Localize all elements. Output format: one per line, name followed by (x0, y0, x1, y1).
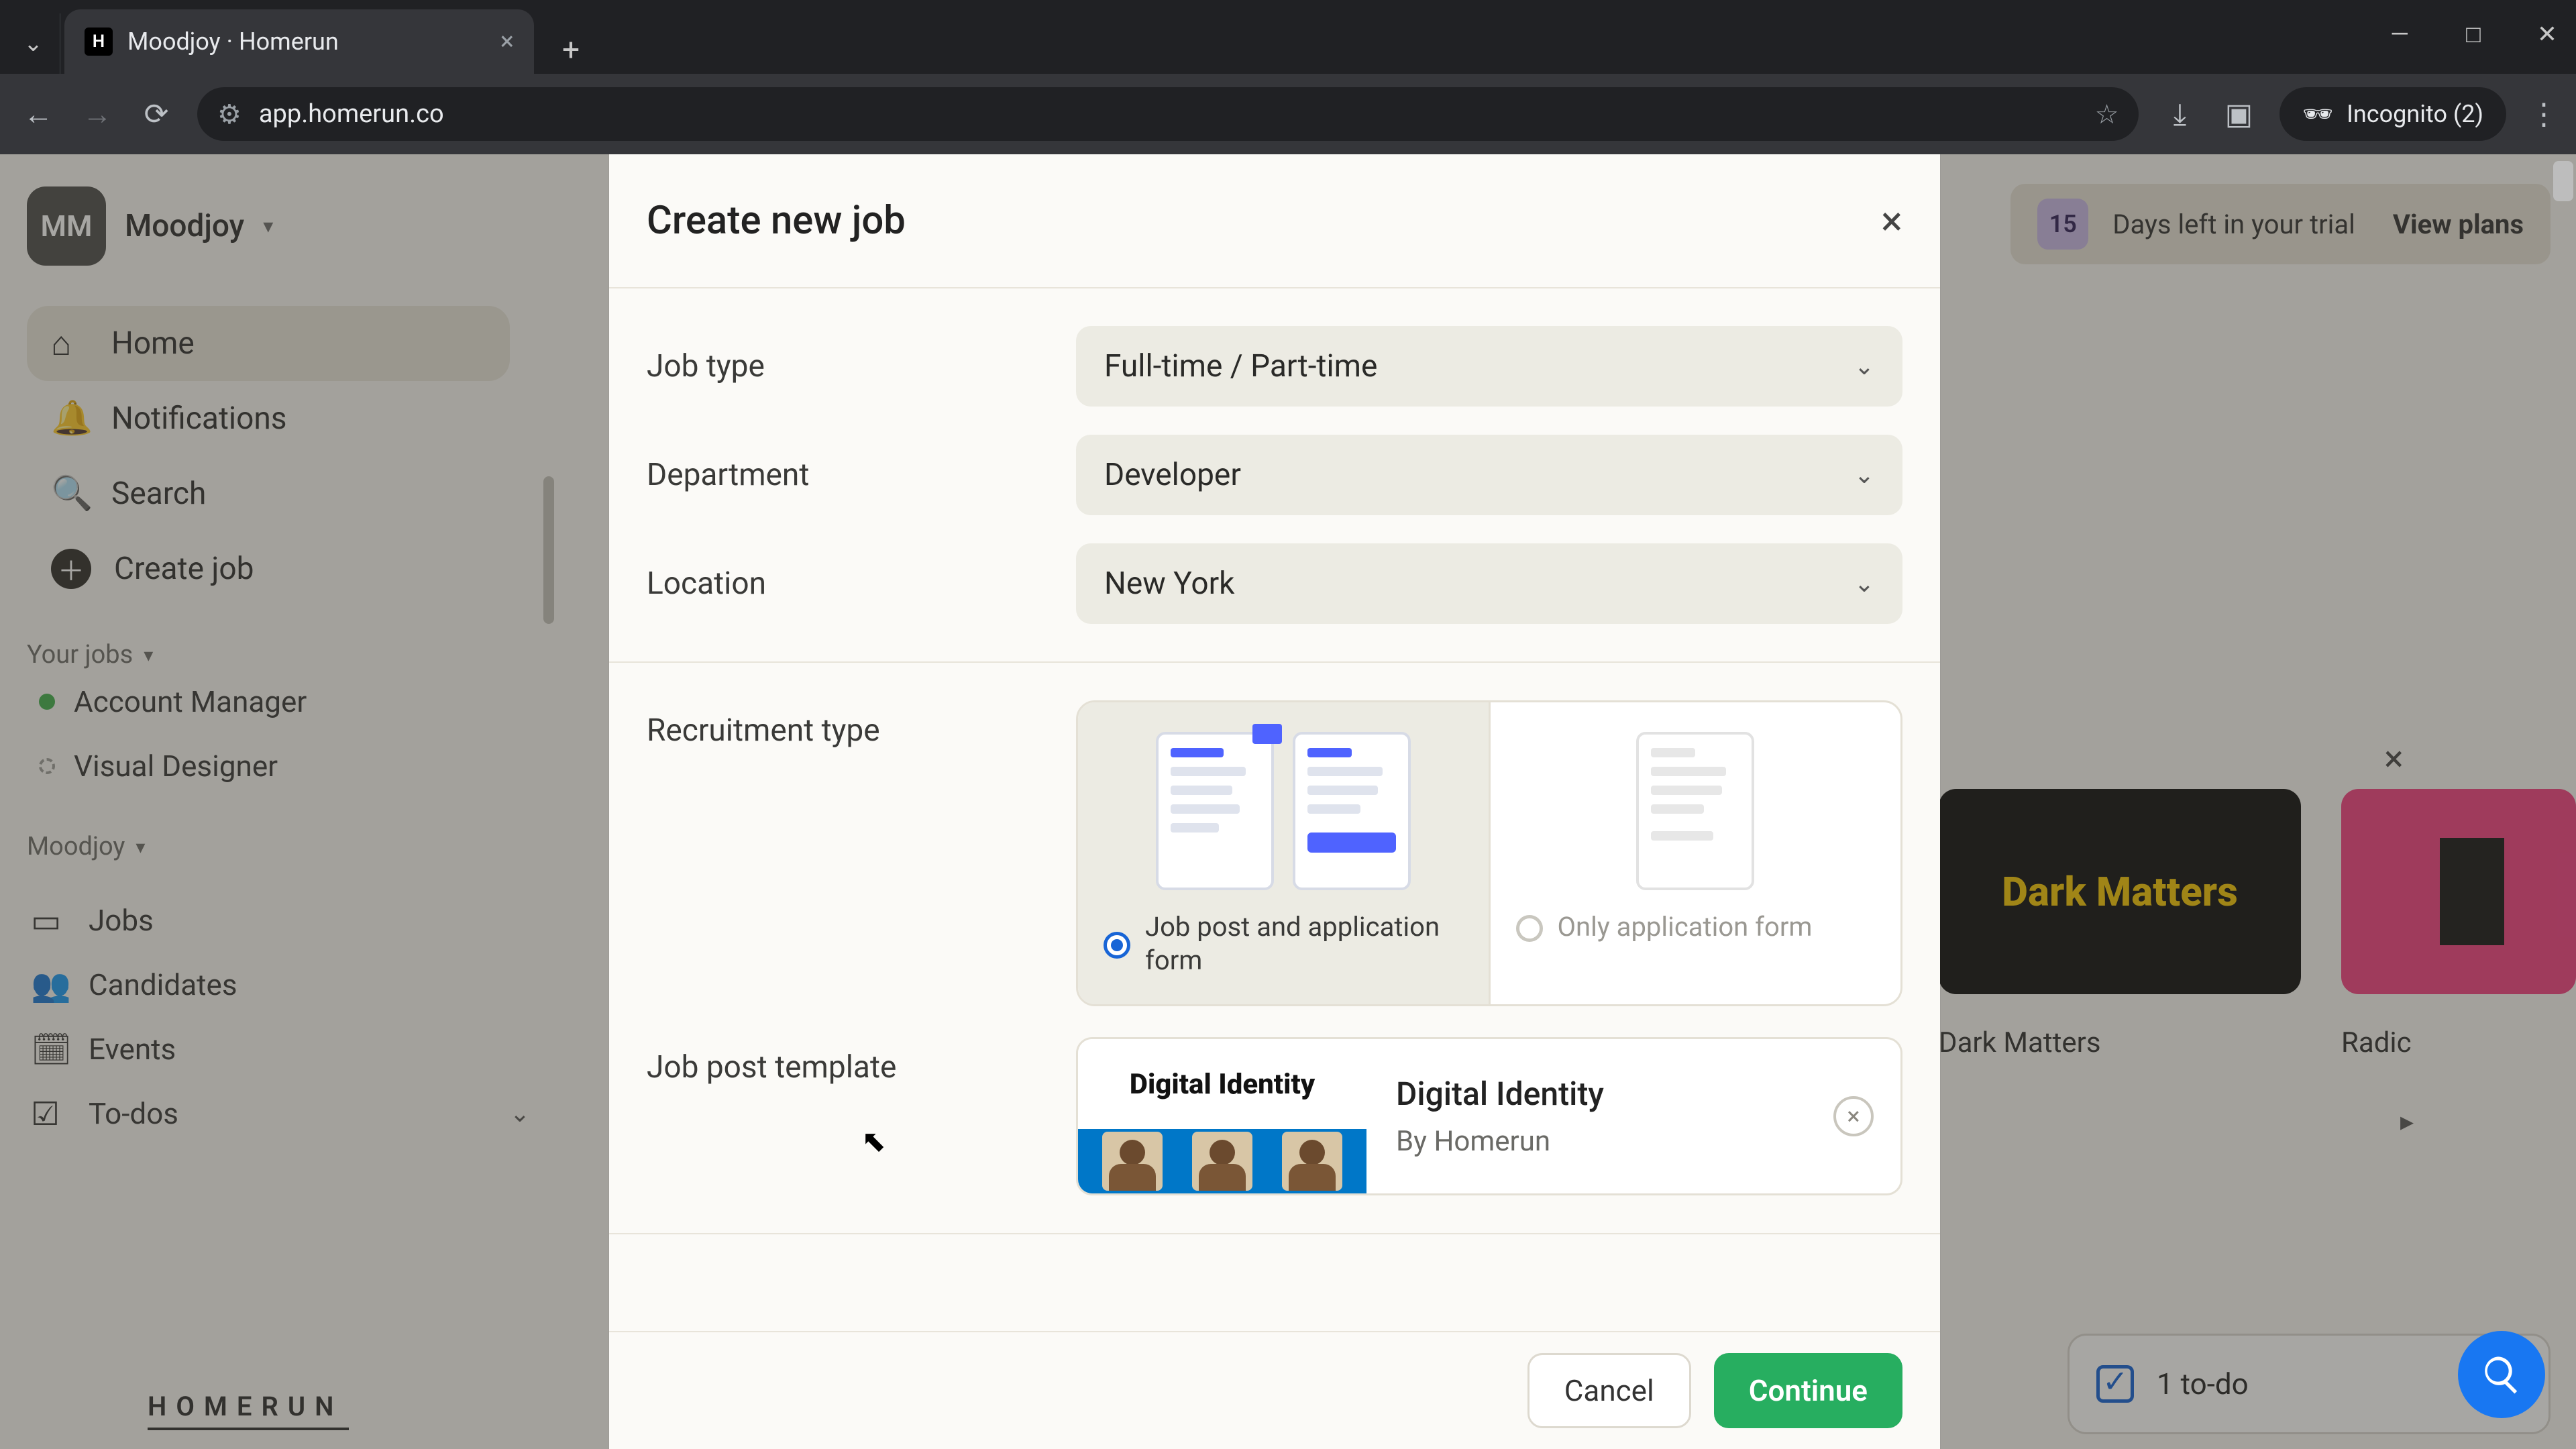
create-job-modal: Create new job × Job type Full-time / Pa… (609, 154, 1940, 1449)
select-location[interactable]: New York ⌄ (1076, 543, 1902, 624)
option-illustration (1516, 732, 1876, 890)
titlebar: ⌄ H Moodjoy · Homerun × + ― □ ✕ (0, 0, 2576, 74)
window-minimize-icon[interactable]: ― (2383, 20, 2416, 48)
site-info-icon[interactable]: ⚙ (217, 99, 241, 130)
browser-menu-icon[interactable]: ⋮ (2529, 97, 2556, 131)
option-label: Only application form (1558, 910, 1813, 944)
reload-icon[interactable]: ⟳ (138, 97, 174, 131)
url-text: app.homerun.co (259, 99, 2078, 129)
option-label: Job post and application form (1145, 910, 1463, 977)
content-scrollbar[interactable] (2553, 161, 2573, 201)
page: MM Moodjoy ▾ ⌂ Home 🔔 Notifications 🔍 Se… (0, 154, 2576, 1449)
bookmark-star-icon[interactable]: ☆ (2095, 99, 2119, 130)
modal-footer: Cancel Continue (609, 1331, 1940, 1449)
select-job-type[interactable]: Full-time / Part-time ⌄ (1076, 326, 1902, 407)
template-thumb-title: Digital Identity (1078, 1039, 1366, 1129)
window-maximize-icon[interactable]: □ (2457, 20, 2490, 48)
chevron-down-icon: ⌄ (1854, 352, 1874, 380)
template-name: Digital Identity (1396, 1075, 1871, 1113)
window-close-icon[interactable]: ✕ (2530, 20, 2564, 48)
tab-close-icon[interactable]: × (500, 27, 514, 56)
recruitment-option-only-form[interactable]: Only application form (1489, 702, 1901, 1004)
recruitment-type-options: Job post and application form (1076, 700, 1902, 1006)
label-department: Department (647, 457, 1076, 493)
modal-title: Create new job (647, 198, 906, 244)
modal-header: Create new job × (609, 154, 1940, 288)
cancel-button[interactable]: Cancel (1527, 1353, 1691, 1428)
tab-title: Moodjoy · Homerun (127, 28, 486, 56)
chevron-down-icon: ⌄ (1854, 461, 1874, 489)
recruitment-option-both[interactable]: Job post and application form (1078, 702, 1489, 1004)
option-illustration (1104, 732, 1463, 890)
window-controls: ― □ ✕ (2383, 20, 2564, 48)
radio-checked-icon (1104, 932, 1130, 959)
radio-unchecked-icon (1516, 915, 1543, 942)
tab-list-dropdown[interactable]: ⌄ (7, 13, 60, 74)
select-value: New York (1104, 566, 1235, 602)
select-value: Developer (1104, 457, 1241, 493)
close-icon[interactable]: × (1881, 197, 1902, 245)
back-icon[interactable]: ← (20, 97, 56, 131)
label-recruitment-type: Recruitment type (647, 700, 1076, 749)
incognito-badge[interactable]: 🕶 Incognito (2) (2279, 87, 2506, 141)
tab-favicon: H (85, 28, 113, 56)
search-icon (2480, 1353, 2523, 1396)
reader-icon[interactable]: ▣ (2220, 97, 2257, 131)
job-post-template-card[interactable]: Digital Identity Digital Identity By Hom… (1076, 1037, 1902, 1195)
template-byline: By Homerun (1396, 1125, 1871, 1158)
browser-tab[interactable]: H Moodjoy · Homerun × (64, 9, 534, 74)
select-value: Full-time / Part-time (1104, 348, 1377, 384)
address-bar[interactable]: ⚙ app.homerun.co ☆ (197, 87, 2139, 141)
incognito-label: Incognito (2) (2347, 100, 2483, 128)
forward-icon[interactable]: → (79, 97, 115, 131)
help-chat-fab[interactable] (2458, 1331, 2545, 1418)
incognito-icon: 🕶 (2302, 100, 2333, 128)
mouse-cursor-icon: ⬉ (861, 1124, 886, 1159)
new-tab-button[interactable]: + (547, 27, 594, 74)
label-location: Location (647, 566, 1076, 602)
label-job-post-template: Job post template (647, 1037, 1076, 1085)
remove-template-icon[interactable]: × (1833, 1096, 1874, 1136)
select-department[interactable]: Developer ⌄ (1076, 435, 1902, 515)
continue-button[interactable]: Continue (1714, 1353, 1902, 1428)
label-job-type: Job type (647, 348, 1076, 384)
chevron-down-icon: ⌄ (1854, 570, 1874, 598)
template-thumbnail: Digital Identity (1078, 1039, 1366, 1193)
downloads-icon[interactable]: ⤓ (2161, 97, 2198, 131)
browser-toolbar: ← → ⟳ ⚙ app.homerun.co ☆ ⤓ ▣ 🕶 Incognito… (0, 74, 2576, 154)
